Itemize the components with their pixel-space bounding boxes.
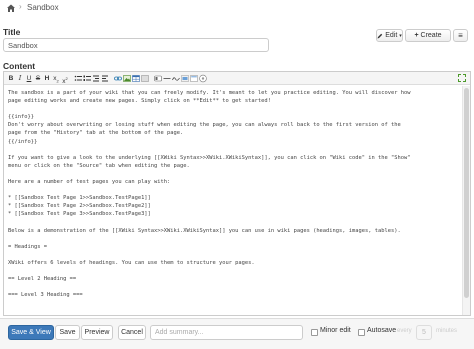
help-icon[interactable] bbox=[199, 74, 207, 83]
title-label: Title bbox=[3, 27, 21, 37]
more-actions-button[interactable]: ≡ bbox=[453, 29, 468, 42]
subscript-button[interactable]: x2 bbox=[52, 74, 60, 83]
title-input[interactable]: Sandbox bbox=[3, 38, 269, 52]
plus-icon: + bbox=[414, 32, 419, 39]
numbered-list-icon[interactable] bbox=[83, 74, 91, 83]
content-textarea[interactable]: The sandbox is a part of your wiki that … bbox=[4, 86, 462, 315]
autosave-checkbox[interactable] bbox=[358, 329, 365, 336]
breadcrumb: › Sandbox bbox=[0, 0, 474, 18]
special-char-icon[interactable] bbox=[181, 74, 189, 83]
table-icon[interactable] bbox=[132, 74, 140, 83]
edit-button-label: Edit bbox=[385, 32, 398, 39]
save-and-view-button[interactable]: Save & View bbox=[8, 325, 54, 340]
macro-icon[interactable] bbox=[154, 74, 162, 83]
hamburger-icon: ≡ bbox=[458, 31, 463, 40]
create-button-label: Create bbox=[420, 32, 442, 39]
home-icon[interactable] bbox=[6, 3, 16, 13]
code-icon[interactable] bbox=[141, 74, 149, 83]
cancel-button[interactable]: Cancel bbox=[118, 325, 146, 340]
minutes-label: minutes bbox=[436, 328, 458, 334]
breadcrumb-current[interactable]: Sandbox bbox=[27, 3, 59, 12]
chevron-down-icon: ▾ bbox=[399, 32, 402, 39]
fullscreen-icon[interactable] bbox=[458, 74, 466, 82]
content-label: Content bbox=[3, 61, 36, 71]
heading-button[interactable]: H bbox=[43, 74, 51, 83]
wiki-editor: B I U S H x2 x2 The sandbox is a part of… bbox=[3, 71, 471, 316]
underline-button[interactable]: U bbox=[25, 74, 33, 83]
find-icon[interactable] bbox=[190, 74, 198, 83]
minor-edit-label: Minor edit bbox=[320, 327, 351, 334]
editor-toolbar: B I U S H x2 x2 bbox=[4, 72, 470, 85]
save-button[interactable]: Save bbox=[55, 325, 80, 340]
editor-scrollbar[interactable] bbox=[462, 86, 470, 315]
preview-button[interactable]: Preview bbox=[81, 325, 113, 340]
italic-button[interactable]: I bbox=[16, 74, 24, 83]
bold-button[interactable]: B bbox=[7, 74, 15, 83]
horizontal-line-icon[interactable] bbox=[163, 74, 171, 83]
breadcrumb-separator: › bbox=[19, 2, 22, 11]
link-icon[interactable] bbox=[114, 74, 122, 83]
superscript-button[interactable]: x2 bbox=[61, 74, 69, 85]
indent-icon[interactable] bbox=[101, 74, 109, 83]
signature-icon[interactable] bbox=[172, 74, 180, 83]
create-button[interactable]: + Create bbox=[405, 29, 451, 42]
strikethrough-button[interactable]: S bbox=[34, 74, 42, 83]
scroll-thumb[interactable] bbox=[464, 88, 469, 298]
pencil-icon bbox=[377, 33, 383, 38]
edit-button[interactable]: Edit ▾ bbox=[376, 29, 403, 42]
minor-edit-checkbox[interactable] bbox=[311, 329, 318, 336]
summary-input[interactable]: Add summary... bbox=[150, 325, 303, 340]
outdent-icon[interactable] bbox=[92, 74, 100, 83]
every-label: every bbox=[397, 328, 412, 334]
image-icon[interactable] bbox=[123, 74, 131, 83]
edit-actions-bar: Save & View Save Preview Cancel Add summ… bbox=[0, 318, 474, 349]
autosave-label: Autosave bbox=[367, 327, 397, 334]
bullet-list-icon[interactable] bbox=[74, 74, 82, 83]
autosave-minutes-input[interactable]: 5 bbox=[416, 325, 432, 340]
